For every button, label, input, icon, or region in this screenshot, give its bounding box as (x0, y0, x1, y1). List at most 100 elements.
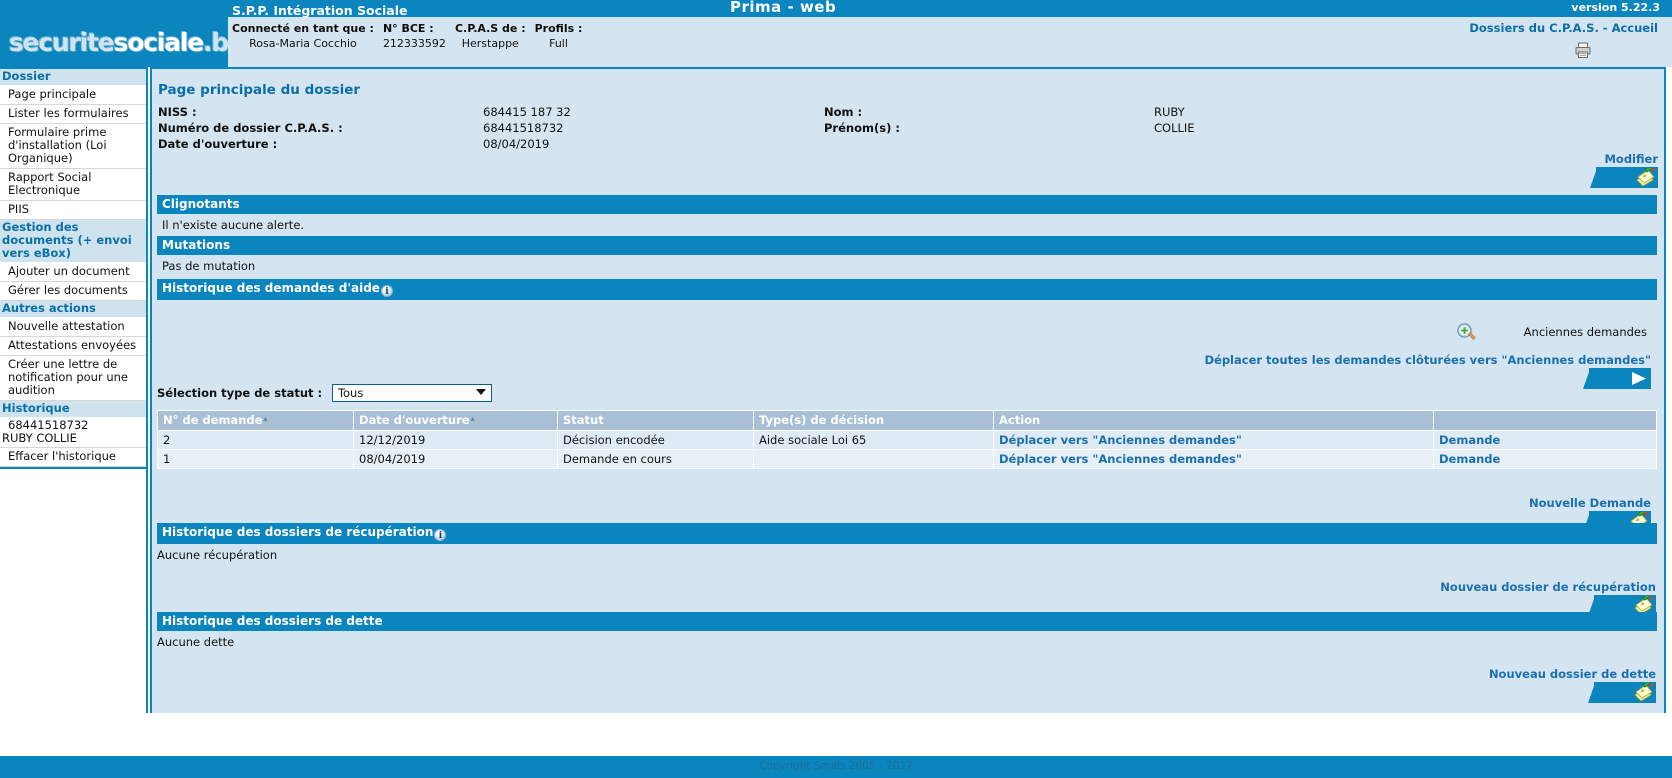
demandes-table: N° de demande ▴ Date d'ouverture ▴ Statut … (157, 410, 1657, 469)
cell-action: Déplacer vers "Anciennes demandes" (993, 449, 1434, 469)
info-icon[interactable]: i (380, 285, 393, 297)
col-statut-label: Statut (563, 413, 604, 427)
niss-value: 684415 187 32 (483, 105, 571, 119)
col-numero[interactable]: N° de demande ▴ (157, 410, 354, 431)
sidebar-history-name[interactable]: RUBY COLLIE (0, 432, 146, 448)
cell-date: 12/12/2019 (353, 430, 558, 450)
sidebar-history-number[interactable]: 68441518732 (0, 418, 146, 432)
sidebar-item-formulaire-prime-installation[interactable]: Formulaire prime d'installation (Loi Org… (0, 124, 146, 169)
user-info-label-0: Connecté en tant que : (232, 22, 374, 35)
sidebar-bottom-divider (0, 467, 146, 469)
prenom-label: Prénom(s) : (824, 121, 900, 135)
app-title: Prima - web (730, 0, 837, 16)
cell-numero: 2 (157, 430, 354, 450)
nouveau-dette-action: Nouveau dossier de dette (1489, 667, 1656, 706)
version-label: version 5.22.3 (1571, 1, 1660, 14)
sidebar-item-page-principale[interactable]: Page principale (0, 86, 146, 105)
dette-header-label: Historique des dossiers de dette (162, 614, 383, 628)
logo-text-part2: sociale (113, 28, 205, 57)
cell-demande: Demande (1433, 449, 1657, 469)
nouveau-dette-link[interactable]: Nouveau dossier de dette (1489, 667, 1656, 681)
prenom-value: COLLIE (1154, 121, 1195, 135)
anciennes-demandes-label[interactable]: Anciennes demandes (1524, 325, 1647, 339)
main-content: Page principale du dossier NISS : 684415… (150, 67, 1666, 713)
spp-title: S.P.P. Intégration Sociale (232, 3, 408, 18)
sidebar-item-creer-lettre-notification[interactable]: Créer une lettre de notification pour un… (0, 356, 146, 401)
sidebar: Dossier Page principale Lister les formu… (0, 67, 148, 713)
logo[interactable]: securitesociale.be (0, 17, 228, 67)
user-info-label-1: N° BCE : (382, 22, 434, 35)
logo-text: securitesociale.be (9, 28, 228, 57)
sidebar-item-lister-les-formulaires[interactable]: Lister les formulaires (0, 105, 146, 124)
sidebar-item-ajouter-un-document[interactable]: Ajouter un document (0, 263, 146, 282)
sidebar-group-autres-actions: Autres actions (0, 301, 146, 318)
clignotants-section: Clignotants Il n'existe aucune alerte. (157, 195, 1657, 236)
move-all-link[interactable]: Déplacer toutes les demandes clôturées v… (1204, 353, 1651, 367)
application-window: Prima - web version 5.22.3 securitesocia… (0, 0, 1672, 778)
table-row[interactable]: 1 08/04/2019 Demande en cours Déplacer v… (157, 449, 1657, 469)
table-row[interactable]: 2 12/12/2019 Décision encodée Aide socia… (157, 430, 1657, 450)
user-info: Connecté en tant que : N° BCE : C.P.A.S … (232, 22, 591, 50)
arrow-right-icon (1629, 369, 1649, 388)
clignotants-body: Il n'existe aucune alerte. (157, 214, 1657, 236)
demande-link[interactable]: Demande (1439, 452, 1500, 466)
col-extra (1433, 410, 1657, 431)
cell-type-decision: Aide sociale Loi 65 (753, 430, 994, 450)
user-info-value-3: Full (549, 37, 568, 50)
col-statut[interactable]: Statut (557, 410, 754, 431)
modifier-action: Modifier (1590, 152, 1658, 191)
sidebar-group-dossier: Dossier (0, 69, 146, 86)
aide-section: Historique des demandes d'aide i Ancienn… (157, 279, 1657, 532)
cell-action: Déplacer vers "Anciennes demandes" (993, 430, 1434, 450)
sidebar-item-effacer-historique[interactable]: Effacer l'historique (0, 448, 146, 467)
sidebar-item-rapport-social-electronique[interactable]: Rapport Social Electronique (0, 169, 146, 201)
user-info-value-2: Herstappe (461, 37, 519, 50)
dette-body: Aucune dette Nouveau dossier de dette (157, 631, 1657, 703)
sidebar-item-gerer-les-documents[interactable]: Gérer les documents (0, 282, 146, 301)
cell-date: 08/04/2019 (353, 449, 558, 469)
aide-header: Historique des demandes d'aide i (157, 279, 1657, 300)
nouveau-recuperation-link[interactable]: Nouveau dossier de récupération (1440, 580, 1656, 594)
sort-caret-icon: ▴ (470, 414, 475, 423)
col-numero-label: N° de demande (163, 413, 263, 427)
logo-text-part3: .be (203, 28, 228, 57)
dossier-no-value: 68441518732 (483, 121, 564, 135)
clignotants-header: Clignotants (157, 195, 1657, 214)
aide-body: Anciennes demandes Déplacer toutes les d… (157, 300, 1657, 532)
info-icon[interactable]: i (434, 529, 447, 541)
move-row-link[interactable]: Déplacer vers "Anciennes demandes" (999, 433, 1242, 447)
dette-header: Historique des dossiers de dette (157, 612, 1657, 631)
printer-icon[interactable] (1574, 41, 1592, 59)
modifier-button[interactable] (1590, 163, 1658, 188)
user-info-label-3: Profils : (534, 22, 583, 35)
sidebar-group-historique: Historique (0, 401, 146, 418)
dossier-no-label: Numéro de dossier C.P.A.S. : (158, 121, 343, 135)
move-all-button[interactable] (1583, 368, 1651, 389)
move-row-link[interactable]: Déplacer vers "Anciennes demandes" (999, 452, 1242, 466)
nouvelle-demande-link[interactable]: Nouvelle Demande (1529, 496, 1651, 510)
mutations-header: Mutations (157, 236, 1657, 255)
sidebar-item-nouvelle-attestation[interactable]: Nouvelle attestation (0, 318, 146, 337)
cell-statut: Décision encodée (557, 430, 754, 450)
demande-link[interactable]: Demande (1439, 433, 1500, 447)
move-all-action: Déplacer toutes les demandes clôturées v… (1204, 353, 1651, 392)
nouveau-dette-button[interactable] (1588, 678, 1656, 703)
header-links-label[interactable]: Dossiers du C.P.A.S. - Accueil (1469, 21, 1658, 35)
sidebar-item-piis[interactable]: PIIS (0, 201, 146, 220)
sidebar-group-gestion-documents: Gestion des documents (+ envoi vers eBox… (0, 220, 146, 263)
footer: Copyright Smals 2005 - 2017 (0, 756, 1672, 778)
header-links[interactable]: Dossiers du C.P.A.S. - Accueil (1469, 21, 1658, 35)
magnifier-plus-icon[interactable] (1456, 322, 1476, 342)
col-date[interactable]: Date d'ouverture ▴ (353, 410, 558, 431)
sidebar-item-attestations-envoyees[interactable]: Attestations envoyées (0, 337, 146, 356)
status-filter-select[interactable]: Tous (331, 384, 492, 402)
col-type-decision[interactable]: Type(s) de décision (753, 410, 994, 431)
modifier-link[interactable]: Modifier (1596, 152, 1658, 166)
cell-numero: 1 (157, 449, 354, 469)
chevron-down-icon (475, 389, 486, 395)
col-action[interactable]: Action (993, 410, 1434, 431)
user-info-value-1: 212333592 (382, 37, 446, 50)
logo-text-part1: securite (9, 28, 115, 57)
page-header: securitesociale.be S.P.P. Intégration So… (0, 3, 1672, 67)
anciennes-demandes-row[interactable]: Anciennes demandes (1456, 322, 1647, 342)
